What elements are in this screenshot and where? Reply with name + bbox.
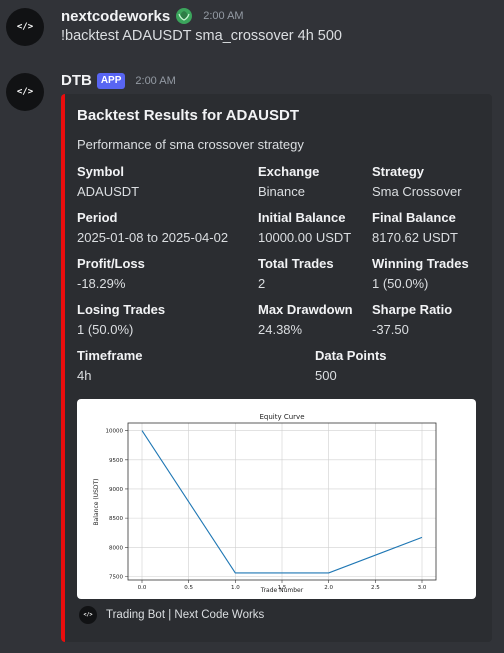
- avatar-code-icon: </>: [16, 87, 34, 97]
- field-name: Initial Balance: [258, 210, 346, 225]
- chart-title: Equity Curve: [259, 413, 304, 421]
- field-sharpe-ratio: Sharpe Ratio -37.50: [372, 302, 452, 337]
- field-period: Period 2025-01-08 to 2025-04-02: [77, 210, 228, 245]
- x-tick-label: 1.0: [231, 585, 240, 591]
- field-name: Profit/Loss: [77, 256, 145, 271]
- field-value: Sma Crossover: [372, 184, 462, 199]
- field-name: Exchange: [258, 164, 320, 179]
- embed-title: Backtest Results for ADAUSDT: [77, 107, 299, 124]
- field-losing-trades: Losing Trades 1 (50.0%): [77, 302, 165, 337]
- message-timestamp: 2:00 AM: [203, 10, 244, 22]
- username[interactable]: nextcodeworks: [61, 8, 170, 25]
- equity-curve-chart: Equity Curve Trade Number Balance (USDT)…: [93, 413, 437, 594]
- field-winning-trades: Winning Trades 1 (50.0%): [372, 256, 469, 291]
- field-final-balance: Final Balance 8170.62 USDT: [372, 210, 458, 245]
- embed-description: Performance of sma crossover strategy: [77, 137, 304, 152]
- footer-text: Trading Bot | Next Code Works: [106, 609, 265, 621]
- x-tick-label: 1.5: [278, 585, 287, 591]
- field-value: 24.38%: [258, 322, 303, 337]
- avatar-code-icon: </>: [16, 22, 34, 32]
- equity-curve-image[interactable]: Equity Curve Trade Number Balance (USDT)…: [77, 399, 476, 599]
- x-tick-label: 2.0: [324, 585, 333, 591]
- message-timestamp: 2:00 AM: [135, 74, 176, 87]
- embed-footer: </> Trading Bot | Next Code Works: [79, 606, 264, 624]
- y-tick-label: 9500: [109, 458, 123, 464]
- field-profit-loss: Profit/Loss -18.29%: [77, 256, 145, 291]
- chart-ylabel: Balance (USDT): [93, 478, 100, 525]
- message-content: !backtest ADAUSDT sma_crossover 4h 500: [61, 28, 342, 44]
- field-value: 1 (50.0%): [372, 276, 429, 291]
- field-name: Symbol: [77, 164, 124, 179]
- field-name: Winning Trades: [372, 256, 469, 271]
- field-value: Binance: [258, 184, 305, 199]
- footer-code-icon: </>: [79, 606, 97, 624]
- y-tick-label: 8500: [109, 516, 123, 522]
- app-badge: APP: [96, 72, 126, 89]
- field-value: 2: [258, 276, 266, 291]
- bot-avatar[interactable]: </>: [6, 73, 44, 111]
- chart-ticks: 0.0 0.5 1.0 1.5 2.0 2.5 3.0 7500 8000 8500 9000 950…: [106, 429, 427, 591]
- field-initial-balance: Initial Balance 10000.00 USDT: [258, 210, 351, 245]
- field-value: 8170.62 USDT: [372, 230, 458, 245]
- field-value: -18.29%: [77, 276, 126, 291]
- field-strategy: Strategy Sma Crossover: [372, 164, 462, 199]
- x-tick-label: 0.0: [138, 585, 147, 591]
- field-name: Data Points: [315, 348, 387, 363]
- y-tick-label: 7500: [109, 574, 123, 580]
- y-tick-label: 10000: [106, 429, 124, 435]
- field-value: -37.50: [372, 322, 409, 337]
- field-data-points: Data Points 500: [315, 348, 387, 383]
- field-name: Max Drawdown: [258, 302, 353, 317]
- field-value: 1 (50.0%): [77, 322, 134, 337]
- field-value: 4h: [77, 368, 92, 383]
- field-symbol: Symbol ADAUSDT: [77, 164, 139, 199]
- bot-username[interactable]: DTB: [61, 72, 92, 89]
- y-tick-label: 8000: [109, 545, 123, 551]
- leaf-badge-icon: [175, 7, 193, 25]
- field-name: Sharpe Ratio: [372, 302, 453, 317]
- field-value: ADAUSDT: [77, 184, 140, 199]
- field-name: Period: [77, 210, 118, 225]
- field-timeframe: Timeframe 4h: [77, 348, 143, 383]
- field-name: Strategy: [372, 164, 425, 179]
- field-exchange: Exchange Binance: [258, 164, 319, 199]
- y-tick-label: 9000: [109, 487, 123, 493]
- field-name: Final Balance: [372, 210, 456, 225]
- field-max-drawdown: Max Drawdown 24.38%: [258, 302, 353, 337]
- field-name: Timeframe: [77, 348, 143, 363]
- field-name: Losing Trades: [77, 302, 166, 317]
- chart-grid: [128, 423, 436, 580]
- field-total-trades: Total Trades 2: [258, 256, 334, 291]
- field-name: Total Trades: [258, 256, 334, 271]
- user-avatar[interactable]: </>: [6, 8, 44, 46]
- field-value: 500: [315, 368, 337, 383]
- field-value: 10000.00 USDT: [258, 230, 352, 245]
- embed-card: Backtest Results for ADAUSDT Performance…: [61, 94, 492, 642]
- x-tick-label: 3.0: [418, 585, 427, 591]
- x-tick-label: 0.5: [184, 585, 193, 591]
- field-value: 2025-01-08 to 2025-04-02: [77, 230, 229, 245]
- x-tick-label: 2.5: [371, 585, 380, 591]
